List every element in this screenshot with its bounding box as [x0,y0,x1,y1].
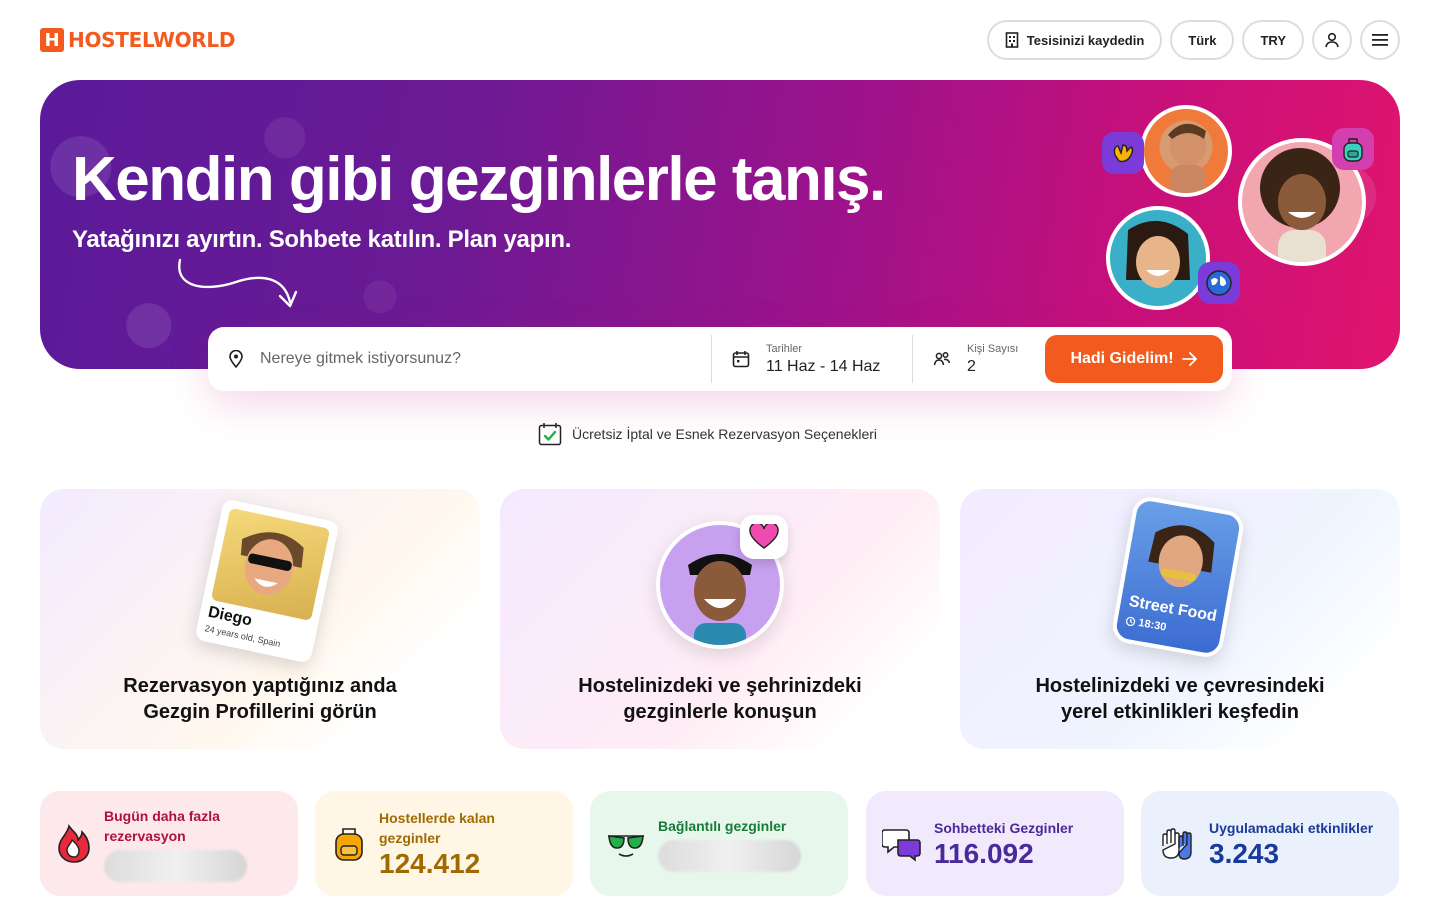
feature-card-chat: Hostelinizdeki ve şehrinizdeki gezginler… [500,489,940,749]
backpack-icon [335,827,363,861]
traveler-avatar-man [1140,105,1232,197]
stat-chatting-value: 116.092 [934,837,1034,869]
language-label: Türk [1188,32,1217,48]
stat-card-bookings: Bugün daha fazla rezervasyon [40,791,298,896]
event-card-time-text: 18:30 [1137,616,1168,634]
stat-bookings-label: Bugün daha fazla rezervasyon [104,807,220,844]
stat-events-value: 3.243 [1209,837,1280,869]
building-icon [1005,32,1019,48]
stat-connected-loading [658,839,801,872]
hero-subtitle: Yatağınızı ayırtın. Sohbete katılın. Pla… [72,226,572,253]
event-card-time: 18:30 [1125,615,1168,634]
sunglasses-icon [608,834,644,857]
register-property-label: Tesisinizi kaydedin [1026,32,1145,48]
menu-button[interactable] [1360,20,1400,60]
feature-events-title: Hostelinizdeki ve çevresindeki yerel etk… [1035,675,1325,723]
feature-card-profiles: Diego 24 years old, Spain Rezervasyon ya… [40,489,480,749]
globe-sticker-icon [1198,262,1240,304]
feature-profiles-title: Rezervasyon yaptığınız anda Gezgin Profi… [123,675,397,723]
language-button[interactable]: Türk [1170,20,1235,60]
stat-card-events: Uygulamadaki etkinlikler 3.243 [1141,791,1399,896]
backpack-sticker-icon [1332,128,1374,170]
stat-bookings-loading [104,849,247,882]
event-card-illustration: Street Food 18:30 [1110,494,1246,660]
profile-photo [210,507,331,621]
currency-button[interactable]: TRY [1242,20,1304,60]
dates-label: Tarihler [766,342,803,355]
stat-chatting-label: Sohbetteki Gezginler [934,819,1074,836]
free-cancellation-notice: Ücretsiz İptal ve Esnek Rezervasyon Seçe… [538,422,877,446]
guests-value: 2 [967,357,976,375]
stat-card-chatting: Sohbetteki Gezginler 116.092 [866,791,1124,896]
stat-travelers-value: 124.412 [379,847,481,879]
free-cancellation-text: Ücretsiz İptal ve Esnek Rezervasyon Seçe… [572,426,878,442]
destination-field[interactable]: Nereye gitmek istiyorsunuz? [208,335,712,383]
top-nav: Tesisinizi kaydedin Türk TRY [986,20,1400,60]
guests-label: Kişi Sayısı [967,342,1019,355]
hero-title: Kendin gibi gezginlerle tanış. [72,145,886,214]
chat-icon [882,828,921,862]
stat-connected-label: Bağlantılı gezginler [658,817,787,834]
search-bar: Nereye gitmek istiyorsunuz? Tarihler 11 … [208,327,1232,391]
dates-field[interactable]: Tarihler 11 Haz - 14 Haz [712,335,913,383]
search-submit-button[interactable]: Hadi Gidelim! [1045,335,1223,383]
guests-field[interactable]: Kişi Sayısı 2 [913,335,1043,383]
flame-icon [58,823,90,863]
logo-text: HOSTELWORLD [68,28,236,52]
hero-banner: Kendin gibi gezginlerle tanış. Yatağınız… [40,80,1400,369]
profile-card-illustration: Diego 24 years old, Spain [194,498,340,664]
curved-arrow-icon [178,258,298,308]
location-pin-icon [229,350,243,368]
arrow-right-icon [1181,352,1197,366]
feature-chat-title: Hostelinizdeki ve şehrinizdeki gezginler… [578,675,862,723]
currency-label: TRY [1260,32,1286,48]
account-button[interactable] [1312,20,1352,60]
register-property-button[interactable]: Tesisinizi kaydedin [986,20,1163,60]
site-header: H HOSTELWORLD Tesisinizi kaydedin Türk T… [0,0,1440,80]
logo-mark: H [40,28,64,52]
hamburger-menu-icon [1372,34,1388,46]
stat-card-travelers: Hostellerde kalan gezginler 124.412 [315,791,573,896]
search-submit-label: Hadi Gidelim! [1070,350,1174,367]
user-icon [1325,32,1339,48]
stat-travelers-label: Hostellerde kalan gezginler [379,809,495,846]
traveler-avatar-woman-smiling [1106,206,1210,310]
shaka-hand-icon [1102,132,1144,174]
stat-events-label: Uygulamadaki etkinlikler [1209,819,1374,836]
guests-icon [933,352,951,366]
stat-card-connected: Bağlantılı gezginler [590,791,848,896]
destination-input[interactable]: Nereye gitmek istiyorsunuz? [260,350,461,368]
clock-icon [1125,616,1136,627]
calendar-icon [732,351,750,368]
wave-hand-icon [1162,827,1192,860]
heart-bubble-icon [740,515,788,559]
calendar-check-icon [538,423,562,446]
feature-card-events: Street Food 18:30 Hostelinizdeki ve çevr… [960,489,1400,749]
hostelworld-logo[interactable]: H HOSTELWORLD [40,28,235,52]
dates-value: 11 Haz - 14 Haz [766,357,881,375]
